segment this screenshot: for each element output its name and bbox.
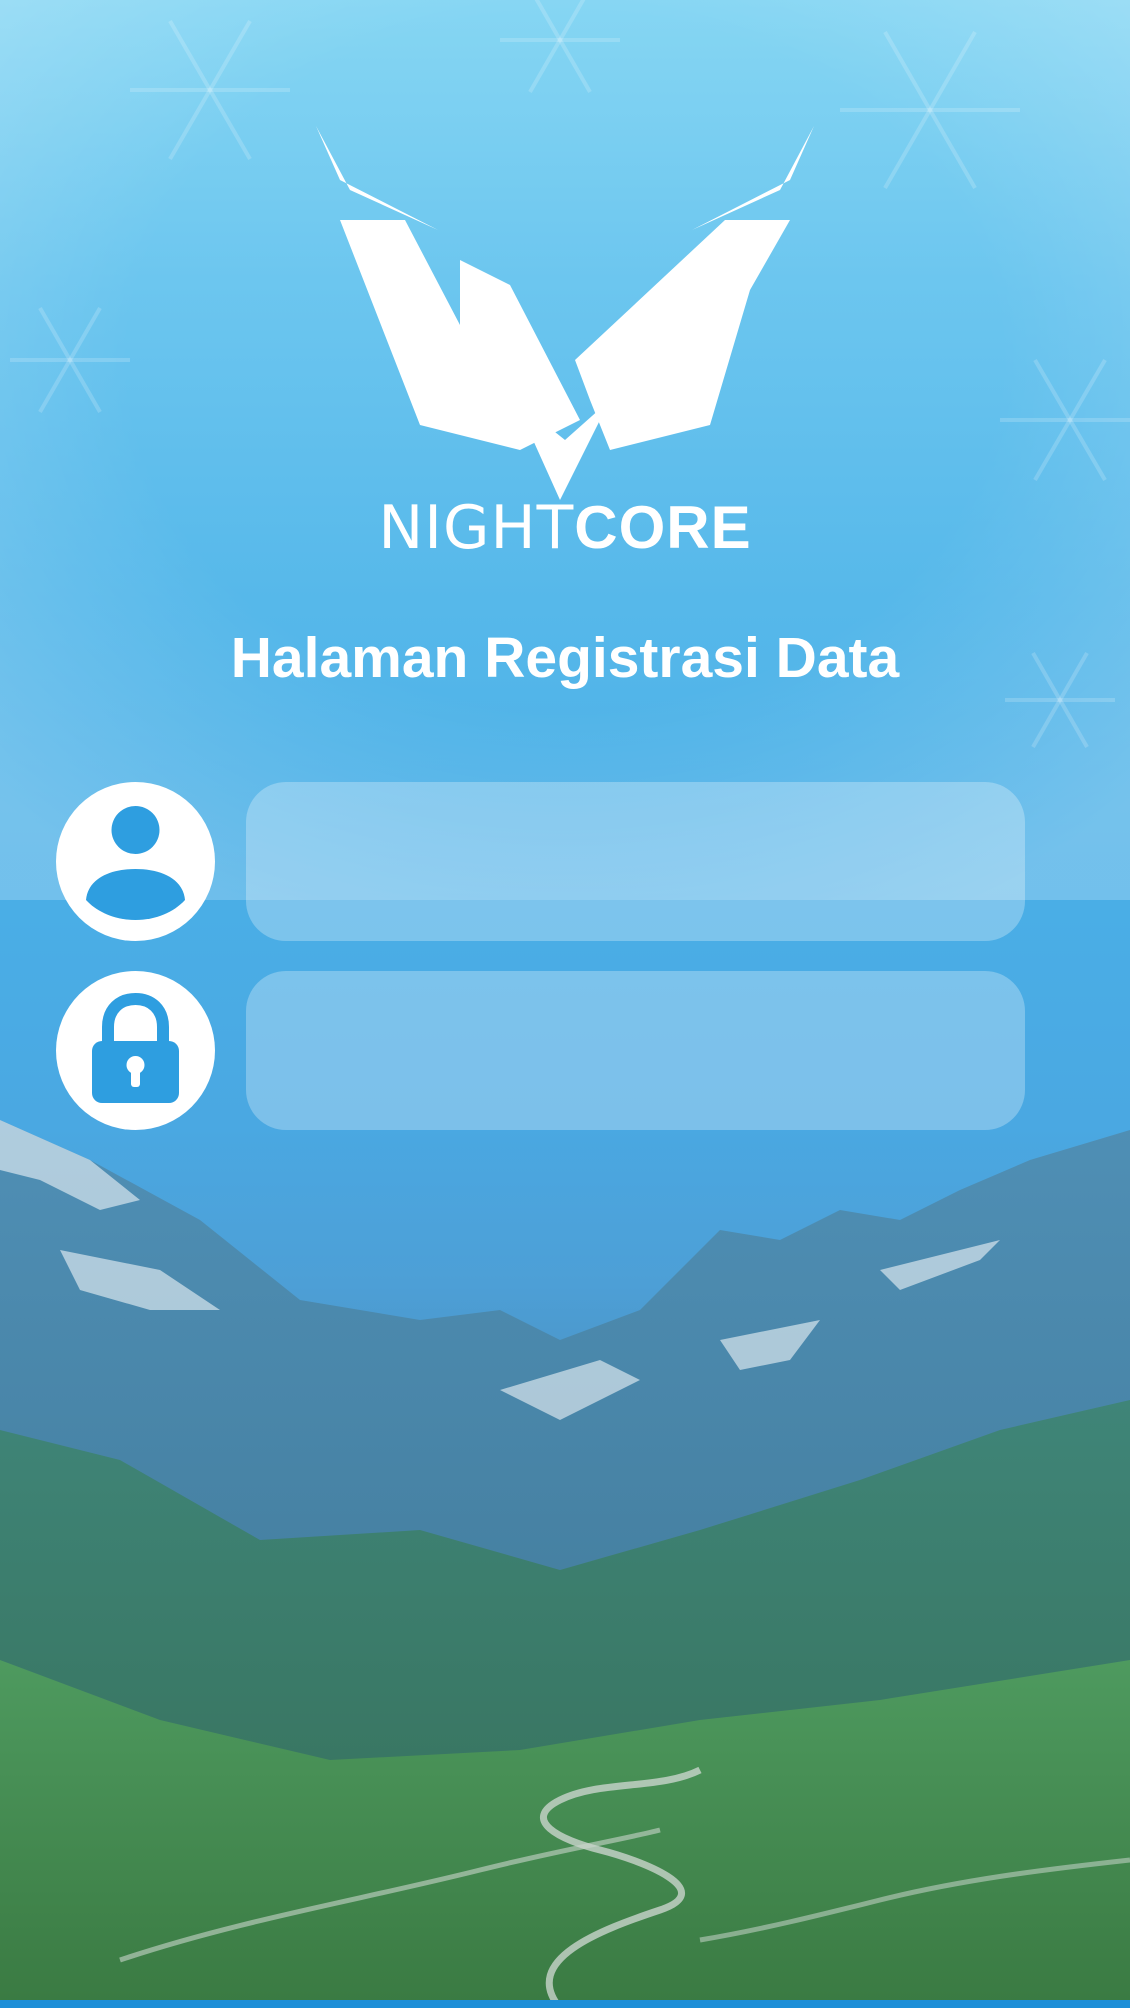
registration-screen: NIGHTCORE Halaman Registrasi Data — [0, 0, 1130, 2008]
brand-name: NIGHTCORE — [0, 493, 1130, 563]
page-title: Halaman Registrasi Data — [230, 626, 900, 690]
brand-name-light: NIGHT — [378, 493, 575, 563]
password-input[interactable] — [246, 971, 1025, 1130]
username-input[interactable] — [246, 782, 1025, 941]
brand-name-bold: CORE — [574, 494, 752, 561]
lock-icon — [56, 971, 215, 1130]
mountain-scenery — [0, 1120, 1130, 2008]
bottom-accent-bar — [0, 2000, 1130, 2008]
nightcore-logo-icon — [316, 126, 814, 500]
user-icon — [56, 782, 215, 941]
